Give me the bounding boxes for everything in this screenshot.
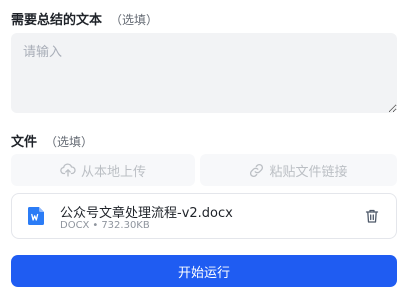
text-section-optional-tag: （选填） <box>110 13 159 27</box>
paste-link-button[interactable]: 粘贴文件链接 <box>200 154 397 186</box>
file-name: 公众号文章处理流程-v2.docx <box>60 206 233 221</box>
file-type: DOCX <box>60 220 90 231</box>
file-section-label: 文件 （选填） <box>11 131 93 150</box>
cloud-upload-icon <box>60 163 76 177</box>
file-section-title: 文件 <box>11 135 38 150</box>
file-section-optional-tag: （选填） <box>45 135 94 149</box>
trash-icon[interactable] <box>364 208 380 224</box>
file-meta-separator: • <box>92 220 99 231</box>
upload-local-label: 从本地上传 <box>80 164 146 180</box>
word-doc-icon <box>28 207 44 225</box>
file-size: 732.30KB <box>101 220 150 231</box>
link-icon <box>250 163 264 177</box>
text-section-label: 需要总结的文本 （选填） <box>11 9 158 28</box>
upload-local-button[interactable]: 从本地上传 <box>11 154 195 186</box>
attached-file-card[interactable]: 公众号文章处理流程-v2.docx DOCX • 732.30KB <box>11 193 397 239</box>
paste-link-label: 粘贴文件链接 <box>269 164 348 180</box>
file-meta: DOCX • 732.30KB <box>60 220 150 231</box>
text-section-title: 需要总结的文本 <box>11 13 103 28</box>
summary-text-input[interactable] <box>11 33 397 113</box>
start-run-button[interactable]: 开始运行 <box>11 255 397 287</box>
